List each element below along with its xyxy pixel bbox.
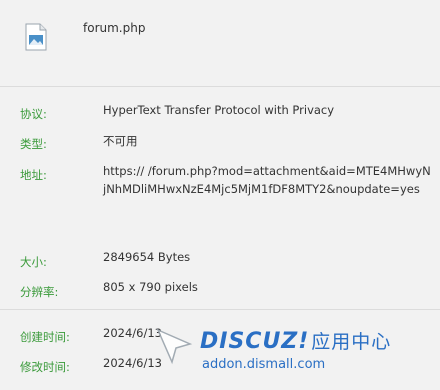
type-value: 不可用 bbox=[103, 134, 138, 148]
created-label: 创建时间: bbox=[20, 330, 70, 344]
protocol-label: 协议: bbox=[20, 107, 47, 121]
size-value: 2849654 Bytes bbox=[103, 250, 191, 264]
size-label: 大小: bbox=[20, 255, 47, 269]
divider bbox=[0, 86, 440, 87]
protocol-value: HyperText Transfer Protocol with Privacy bbox=[103, 103, 335, 117]
file-name: forum.php bbox=[83, 21, 146, 35]
cursor-arrow-icon bbox=[156, 328, 193, 365]
address-value[interactable]: https:// /forum.php?mod=attachment&aid=M… bbox=[103, 162, 433, 198]
divider bbox=[0, 309, 440, 310]
discuz-watermark: DISCUZ! 应用中心 addon.dismall.com bbox=[150, 318, 440, 390]
file-header: forum.php bbox=[0, 0, 440, 86]
type-label: 类型: bbox=[20, 137, 47, 151]
address-label: 地址: bbox=[20, 168, 47, 182]
discuz-logo: DISCUZ! 应用中心 bbox=[200, 329, 392, 354]
modified-label: 修改时间: bbox=[20, 360, 70, 374]
resolution-label: 分辨率: bbox=[20, 285, 59, 299]
watermark-url: addon.dismall.com bbox=[202, 357, 326, 372]
resolution-value: 805 x 790 pixels bbox=[103, 280, 198, 294]
image-file-icon bbox=[25, 23, 47, 51]
